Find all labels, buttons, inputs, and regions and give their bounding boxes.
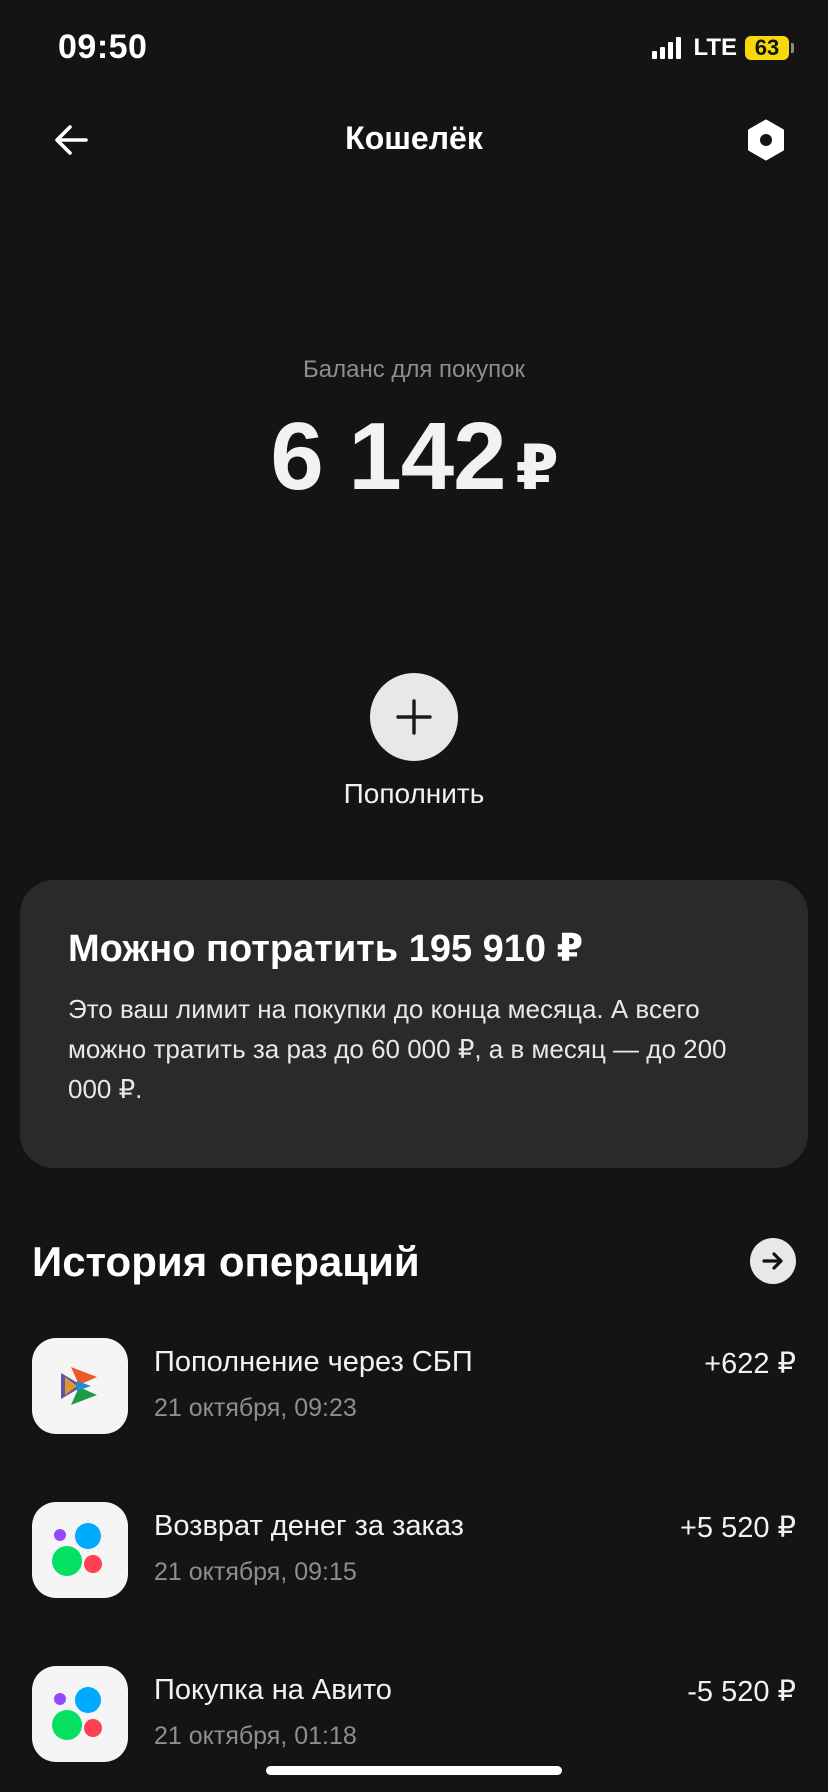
page-title: Кошелёк bbox=[345, 120, 483, 156]
network-type: LTE bbox=[693, 34, 737, 61]
history-header: История операций bbox=[32, 1232, 796, 1292]
list-item[interactable]: Пополнение через СБП 21 октября, 09:23 +… bbox=[32, 1338, 796, 1434]
op-title: Возврат денег за заказ bbox=[154, 1510, 464, 1542]
balance-currency: ₽ bbox=[515, 434, 559, 503]
gear-icon bbox=[748, 119, 784, 161]
balance-amount: 6 142 ₽ bbox=[0, 402, 828, 512]
balance-value: 6 142 bbox=[270, 403, 506, 510]
sbp-logo-icon bbox=[32, 1338, 128, 1434]
op-title: Покупка на Авито bbox=[154, 1674, 392, 1706]
list-item[interactable]: Возврат денег за заказ 21 октября, 09:15… bbox=[32, 1502, 796, 1598]
op-amount: +5 520 ₽ bbox=[679, 1512, 796, 1544]
arrow-right-icon bbox=[762, 1252, 783, 1270]
battery-level: 63 bbox=[754, 35, 780, 60]
status-time: 09:50 bbox=[58, 28, 148, 66]
settings-button[interactable] bbox=[742, 116, 790, 164]
battery-cap bbox=[791, 43, 794, 53]
history-title: История операций bbox=[32, 1238, 420, 1285]
history-open-button[interactable] bbox=[750, 1238, 796, 1284]
balance-label: Баланс для покупок bbox=[303, 356, 525, 383]
top-nav: Кошелёк bbox=[0, 100, 828, 180]
op-date: 21 октября, 09:15 bbox=[154, 1558, 357, 1586]
limit-title: Можно потратить 195 910 ₽ bbox=[68, 928, 584, 970]
op-date: 21 октября, 01:18 bbox=[154, 1722, 357, 1750]
avito-logo-icon bbox=[32, 1666, 128, 1762]
status-indicators: LTE 63 bbox=[652, 34, 794, 62]
list-item[interactable]: Покупка на Авито 21 октября, 01:18 -5 52… bbox=[32, 1666, 796, 1762]
op-amount: -5 520 ₽ bbox=[687, 1676, 796, 1708]
avito-logo-icon bbox=[32, 1502, 128, 1598]
op-amount: +622 ₽ bbox=[704, 1348, 796, 1380]
topup-label: Пополнить bbox=[343, 778, 485, 809]
home-indicator bbox=[266, 1766, 562, 1775]
plus-icon bbox=[396, 699, 432, 735]
topup-button[interactable] bbox=[370, 673, 458, 761]
battery-icon: 63 bbox=[745, 35, 789, 60]
op-title: Пополнение через СБП bbox=[154, 1346, 473, 1378]
signal-icon bbox=[652, 37, 682, 59]
op-date: 21 октября, 09:23 bbox=[154, 1394, 357, 1422]
limit-description: Это ваш лимит на покупки до конца месяца… bbox=[68, 994, 727, 1104]
limit-card: Можно потратить 195 910 ₽ Это ваш лимит … bbox=[20, 880, 808, 1168]
status-bar: 09:50 LTE 63 bbox=[0, 0, 828, 100]
